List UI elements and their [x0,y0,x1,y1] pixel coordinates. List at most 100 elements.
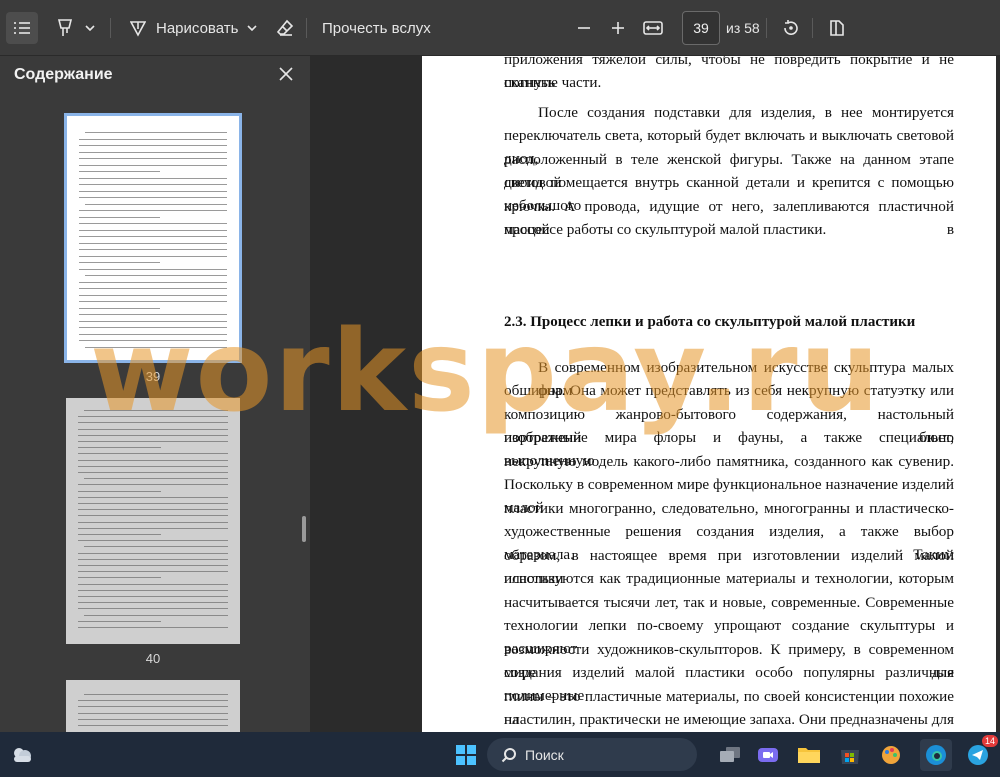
telegram-button[interactable]: 14 [962,735,998,771]
thumbnail-text-line [78,515,228,517]
highlight-button[interactable] [52,12,78,44]
text-line: некрупную модель какого-либо памятника, … [504,453,954,470]
task-view-icon [720,747,740,762]
close-panel-button[interactable] [272,60,300,88]
zoom-in-button[interactable] [604,12,632,44]
thumbnail-page-number: 39 [145,369,161,384]
microsoft-store-button[interactable] [834,739,866,771]
thumbnail-text-line [79,249,227,250]
teams-chat-button[interactable] [752,739,784,771]
plus-icon [612,22,624,34]
thumbnail-text-line [78,608,228,610]
paint-app-button[interactable] [875,739,907,771]
eraser-icon [276,19,294,36]
table-of-contents-toggle-button[interactable] [6,12,38,44]
thumbnail-text-line [78,577,161,579]
thumbnail-text-line [78,447,161,449]
thumbnail-text-line [78,583,228,585]
toolbar-divider [110,18,111,38]
thumbnail-text-line [78,712,228,714]
thumbnail-text-line [84,694,228,695]
draw-label: Нарисовать [156,19,239,37]
thumbnail-text-line [79,307,161,309]
thumbnail-text-line [78,465,228,467]
thumbnail-text-line [85,346,227,348]
thumbnail-text-line [79,255,227,257]
draw-options-chevron[interactable] [242,12,262,44]
fit-to-width-button[interactable] [638,12,668,44]
thumbnail-text-line [78,725,228,726]
thumbnail-text-line [78,534,161,535]
thumbnail-text-line [78,416,228,418]
thumbnail-text-line [79,223,227,224]
edge-browser-button[interactable] [920,739,952,771]
thumbnail-text-line [79,184,227,185]
thumbnail-text-line [79,327,227,328]
text-line: пластики многогранно, следовательно, мно… [504,500,954,517]
thumbnail-text-line [79,333,227,335]
thumbnail-text-line [79,314,227,315]
thumbnail-text-line [78,706,228,708]
windows-logo-icon [456,745,476,765]
thumbnail-text-line [78,565,228,566]
cloud-icon [14,748,31,762]
edge-icon [926,745,946,765]
document-viewport[interactable]: приложения тяжелой силы, чтобы не повред… [310,56,1000,732]
page-total-label: из 58 [726,20,760,36]
weather-widget[interactable] [6,739,38,771]
text-line: обширна. Она может представлять из себя … [504,382,954,399]
thumbnail-text-line [79,301,227,302]
start-button[interactable] [450,739,482,771]
thumbnail-text-line [85,203,227,205]
thumbnail-text-line [79,138,227,140]
text-line: После создания подставки для изделия, в … [538,104,954,121]
thumbnail-text-line [78,620,161,622]
taskbar-search[interactable]: Поиск [487,738,697,771]
read-aloud-button[interactable]: Прочесть вслух [316,12,437,44]
toolbar-divider [766,18,767,38]
eraser-button[interactable] [270,12,300,44]
text-line: используются как традиционные материалы … [504,570,954,587]
page-thumbnail[interactable] [66,680,240,740]
thumbnail-text-line [78,496,228,498]
thumbnail-text-line [79,216,161,218]
page-view-button[interactable] [822,12,852,44]
thumbnail-text-line [79,151,227,153]
thumbnail-text-line [79,320,227,322]
highlight-options-chevron[interactable] [80,12,100,44]
thumbnail-text-line [78,459,228,461]
thumbnail-text-line [78,484,228,486]
thumbnail-text-line [78,441,228,442]
highlighter-icon [57,19,73,36]
thumbnail-text-line [84,614,228,616]
thumbnail-text-line [78,503,228,504]
rotate-button[interactable] [776,12,806,44]
page-thumbnail-selected[interactable] [64,113,242,363]
draw-button[interactable]: Нарисовать [124,12,244,44]
thumbnail-text-line [79,197,227,198]
thumbnail-page-number: 40 [145,651,161,666]
table-of-contents-panel: Содержание 39 40 [0,56,310,740]
document-page: приложения тяжелой силы, чтобы не повред… [422,56,996,732]
file-explorer-button[interactable] [793,739,825,771]
zoom-out-button[interactable] [570,12,598,44]
palette-icon [882,746,900,764]
thumbnail-text-line [79,171,161,172]
thumbnail-text-line [78,490,161,492]
section-heading: 2.3. Процесс лепки и работа со скульптур… [504,314,916,330]
thumbnail-text-line [79,294,227,296]
task-view-button[interactable] [714,739,746,771]
thumbnail-text-line [79,242,227,244]
chevron-down-icon [247,25,257,31]
thumbnail-text-line [84,478,228,480]
page-number-input[interactable] [682,11,720,45]
panel-scrollbar[interactable] [302,516,306,542]
thumbnail-text-line [79,164,227,166]
thumbnail-text-line [85,132,227,133]
fit-width-icon [643,21,663,35]
thumbnail-text-line [79,236,227,237]
chevron-down-icon [85,25,95,31]
toolbar: Нарисовать Прочесть вслух из 58 [0,0,1000,56]
page-thumbnail[interactable] [66,398,240,644]
page-view-icon [830,20,844,36]
